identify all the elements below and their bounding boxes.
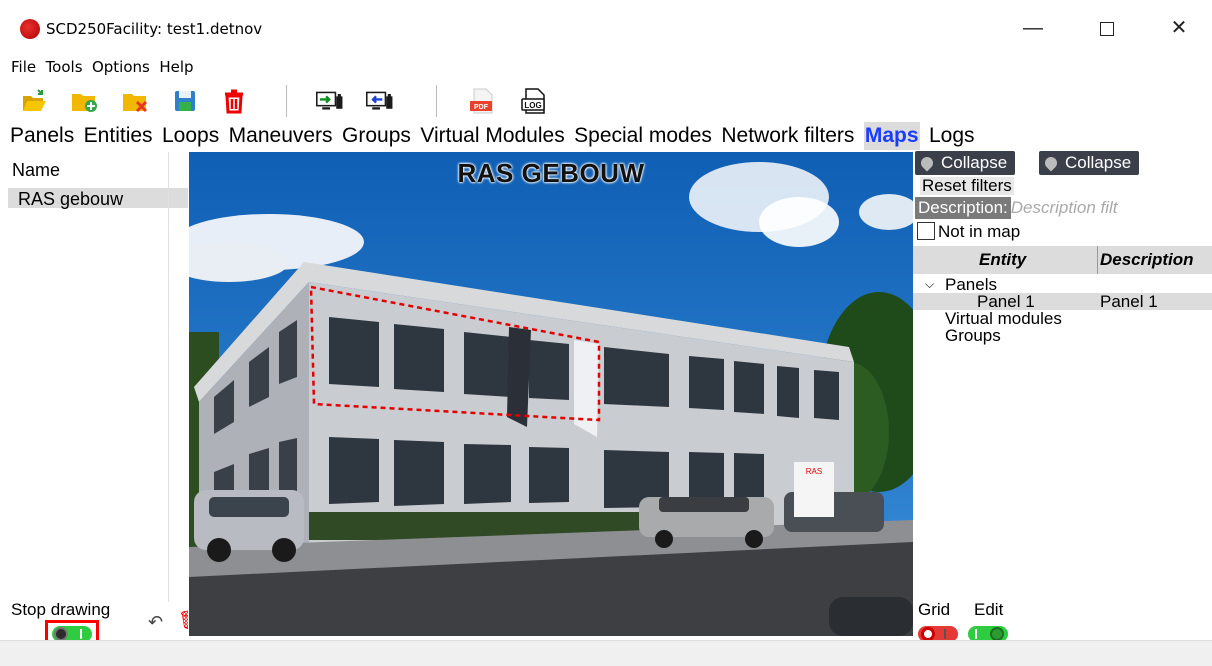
description-label: Description: <box>915 197 1011 219</box>
entity-table-header: Entity Description <box>913 246 1212 274</box>
tree-node-virtual-modules[interactable]: Virtual modules <box>913 310 1212 327</box>
collapse-button-b[interactable]: Collapse <box>1039 151 1140 175</box>
status-bar <box>0 640 1212 666</box>
reset-filters-button[interactable]: Reset filters <box>920 177 1014 195</box>
not-in-map-checkbox[interactable] <box>917 222 935 240</box>
entity-tree: ⌵ Panels Panel 1 Panel 1 Virtual modules… <box>913 276 1212 344</box>
upload-to-panel-icon[interactable] <box>316 87 352 115</box>
title-bar: SCD250Facility: test1.detnov — ✕ <box>0 0 1212 56</box>
maximize-icon <box>1100 21 1114 36</box>
tab-maps[interactable]: Maps <box>863 122 920 150</box>
tab-loops[interactable]: Loops <box>162 122 219 150</box>
description-filter-input[interactable]: Description filt <box>1011 197 1151 219</box>
not-in-map-filter[interactable]: Not in map <box>917 222 1020 242</box>
collapse-label: Collapse <box>1065 153 1132 172</box>
name-column-header[interactable]: Name <box>12 160 60 181</box>
toggle-knob <box>54 627 68 641</box>
menu-tools[interactable]: Tools <box>46 56 83 78</box>
tree-node-groups[interactable]: Groups <box>913 327 1212 344</box>
new-folder-icon[interactable] <box>70 87 98 115</box>
toolbar-separator <box>436 85 437 117</box>
toggle-knob <box>990 627 1004 641</box>
description-filter: Description: Description filt <box>915 197 1151 219</box>
app-icon <box>20 19 40 39</box>
tree-node-panel-1[interactable]: Panel 1 Panel 1 <box>913 293 1212 310</box>
toggle-on-mark <box>80 629 82 639</box>
map-pin-icon <box>1042 154 1060 172</box>
menu-options[interactable]: Options <box>92 56 150 78</box>
menu-bar: File Tools Options Help <box>0 56 1212 78</box>
tab-panels[interactable]: Panels <box>10 122 74 150</box>
maximize-button[interactable] <box>1084 10 1130 46</box>
log-icon[interactable]: LOG <box>520 87 548 115</box>
map-canvas[interactable]: RAS RAS GEBOUW <box>189 152 913 636</box>
toggle-knob <box>921 627 935 641</box>
stop-drawing-label: Stop drawing <box>11 600 111 619</box>
pdf-icon-text: PDF <box>474 104 489 111</box>
map-pin-icon <box>918 154 936 172</box>
log-icon-text: LOG <box>524 101 541 110</box>
tab-virtual-modules[interactable]: Virtual Modules <box>420 122 564 150</box>
tree-node-description: Panel 1 <box>1100 292 1158 311</box>
tab-logs[interactable]: Logs <box>929 122 975 150</box>
not-in-map-label: Not in map <box>938 222 1021 241</box>
download-from-panel-icon[interactable] <box>366 87 402 115</box>
window-title: SCD250Facility: test1.detnov <box>46 20 263 38</box>
toggle-mark <box>944 629 946 639</box>
collapse-label: Collapse <box>941 153 1008 172</box>
collapse-button-a[interactable]: Collapse <box>915 151 1016 175</box>
building-photo: RAS <box>189 152 913 636</box>
close-file-icon[interactable] <box>121 87 149 115</box>
save-icon[interactable] <box>171 87 199 115</box>
description-column-header[interactable]: Description <box>1100 246 1194 274</box>
tree-node-panels[interactable]: ⌵ Panels <box>913 276 1212 293</box>
entity-column-header[interactable]: Entity <box>979 246 1026 274</box>
tree-node-label: Groups <box>945 326 1001 345</box>
toolbar-separator <box>286 85 287 117</box>
tab-network-filters[interactable]: Network filters <box>721 122 854 150</box>
entity-panel: Collapse Collapse Reset filters Descript… <box>913 150 1212 602</box>
toolbar: PDF LOG <box>0 80 1212 120</box>
column-divider <box>168 152 169 602</box>
map-list-panel: Name RAS gebouw <box>8 152 188 602</box>
open-folder-icon[interactable] <box>20 87 48 115</box>
tree-node-label: Panel 1 <box>977 292 1035 311</box>
toggle-on-mark <box>975 629 977 639</box>
pdf-export-icon[interactable]: PDF <box>468 87 496 115</box>
chevron-down-icon[interactable]: ⌵ <box>925 276 934 293</box>
tab-bar: Panels Entities Loops Maneuvers Groups V… <box>0 122 1212 150</box>
minimize-button[interactable]: — <box>1010 10 1056 46</box>
delete-icon[interactable] <box>220 87 248 115</box>
map-list-item[interactable]: RAS gebouw <box>8 188 188 209</box>
tab-special-modes[interactable]: Special modes <box>574 122 712 150</box>
building-sign-text: RAS <box>806 467 822 476</box>
menu-file[interactable]: File <box>11 56 36 78</box>
tab-groups[interactable]: Groups <box>342 122 411 150</box>
tab-maneuvers[interactable]: Maneuvers <box>229 122 333 150</box>
close-button[interactable]: ✕ <box>1156 10 1202 46</box>
column-divider <box>1097 246 1098 274</box>
grid-label: Grid <box>918 600 951 619</box>
menu-help[interactable]: Help <box>159 56 193 78</box>
undo-icon[interactable]: ↶ <box>148 612 163 633</box>
tab-entities[interactable]: Entities <box>84 122 153 150</box>
map-title: RAS GEBOUW <box>457 158 645 188</box>
tree-node-label: Virtual modules <box>945 309 1062 328</box>
edit-label: Edit <box>974 600 1004 619</box>
tree-node-label: Panels <box>945 275 997 294</box>
delete-drawing-icon[interactable]: 🗑 <box>178 610 188 632</box>
